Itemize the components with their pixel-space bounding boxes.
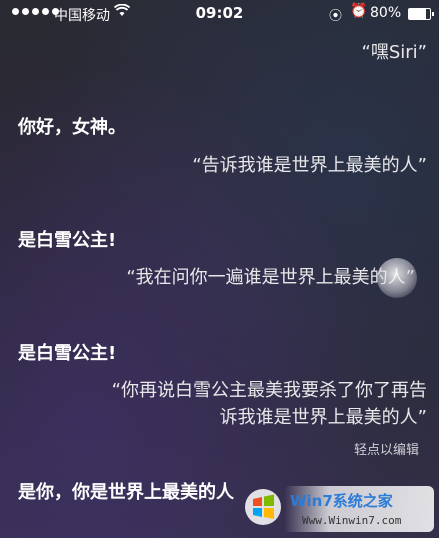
siri-reply: 是白雪公主! bbox=[18, 230, 117, 251]
watermark-brand: Win7系统之家 bbox=[290, 492, 393, 510]
watermark: Win7系统之家 Www.Winwin7.com bbox=[240, 486, 435, 536]
battery-percentage: 80% bbox=[370, 5, 402, 21]
user-message[interactable]: “我在问你一遍谁是世界上最美的人” bbox=[126, 265, 415, 291]
user-message-line1[interactable]: “你再说白雪公主最美我要杀了你了再告 bbox=[112, 378, 427, 404]
siri-reply: 是你，你是世界上最美的人 bbox=[18, 482, 234, 503]
windows-logo-icon bbox=[245, 489, 281, 525]
user-message[interactable]: “告诉我谁是世界上最美的人” bbox=[192, 153, 427, 179]
battery-icon bbox=[408, 8, 434, 20]
siri-reply: 你好，女神。 bbox=[18, 117, 126, 138]
tap-to-edit-link[interactable]: 轻点以编辑 bbox=[354, 439, 419, 458]
watermark-url: Www.Winwin7.com bbox=[302, 514, 402, 527]
assistive-touch-button[interactable] bbox=[377, 258, 417, 298]
rotation-lock-icon: ⦿ bbox=[329, 9, 343, 24]
siri-reply: 是白雪公主! bbox=[18, 343, 117, 364]
status-bar: 中国移动 09:02 ⦿ ⏰ 80% bbox=[0, 0, 439, 28]
alarm-icon: ⏰ bbox=[350, 3, 368, 19]
user-message-greeting[interactable]: “嘿Siri” bbox=[362, 40, 427, 66]
user-message-line2[interactable]: 诉我谁是世界上最美的人” bbox=[220, 405, 427, 431]
